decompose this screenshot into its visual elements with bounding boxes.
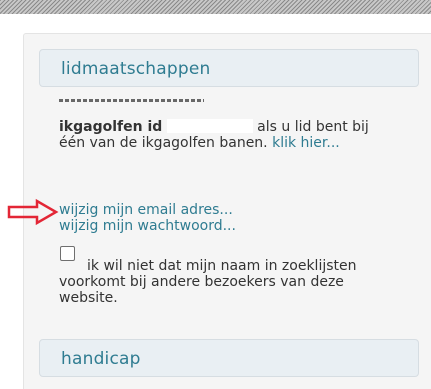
section-title-memberships: lidmaatschappen	[61, 59, 211, 79]
click-here-link[interactable]: klik hier...	[272, 135, 340, 151]
ikgagolfen-id-paragraph: ikgagolfen id als u lid bent bij één van…	[59, 119, 399, 151]
page: lidmaatschappen ikgagolfen id als u lid …	[0, 0, 431, 389]
redacted-id-value	[166, 119, 253, 133]
clipped-text-line	[59, 97, 204, 104]
account-links: wijzig mijn email adres... wijzig mijn w…	[59, 202, 236, 234]
section-header-memberships[interactable]: lidmaatschappen	[39, 49, 419, 87]
hide-name-label: ik wil niet dat mijn naam in zoeklijsten…	[59, 258, 357, 306]
hide-name-option: ik wil niet dat mijn naam in zoeklijsten…	[59, 258, 399, 306]
change-email-link[interactable]: wijzig mijn email adres...	[59, 202, 236, 218]
ikgagolfen-id-label: ikgagolfen id	[59, 119, 163, 135]
section-header-handicap[interactable]: handicap	[39, 339, 419, 377]
red-arrow-icon	[7, 198, 59, 226]
section-title-handicap: handicap	[61, 349, 141, 369]
top-stripe-divider	[0, 0, 431, 14]
change-password-link[interactable]: wijzig mijn wachtwoord...	[59, 218, 236, 234]
